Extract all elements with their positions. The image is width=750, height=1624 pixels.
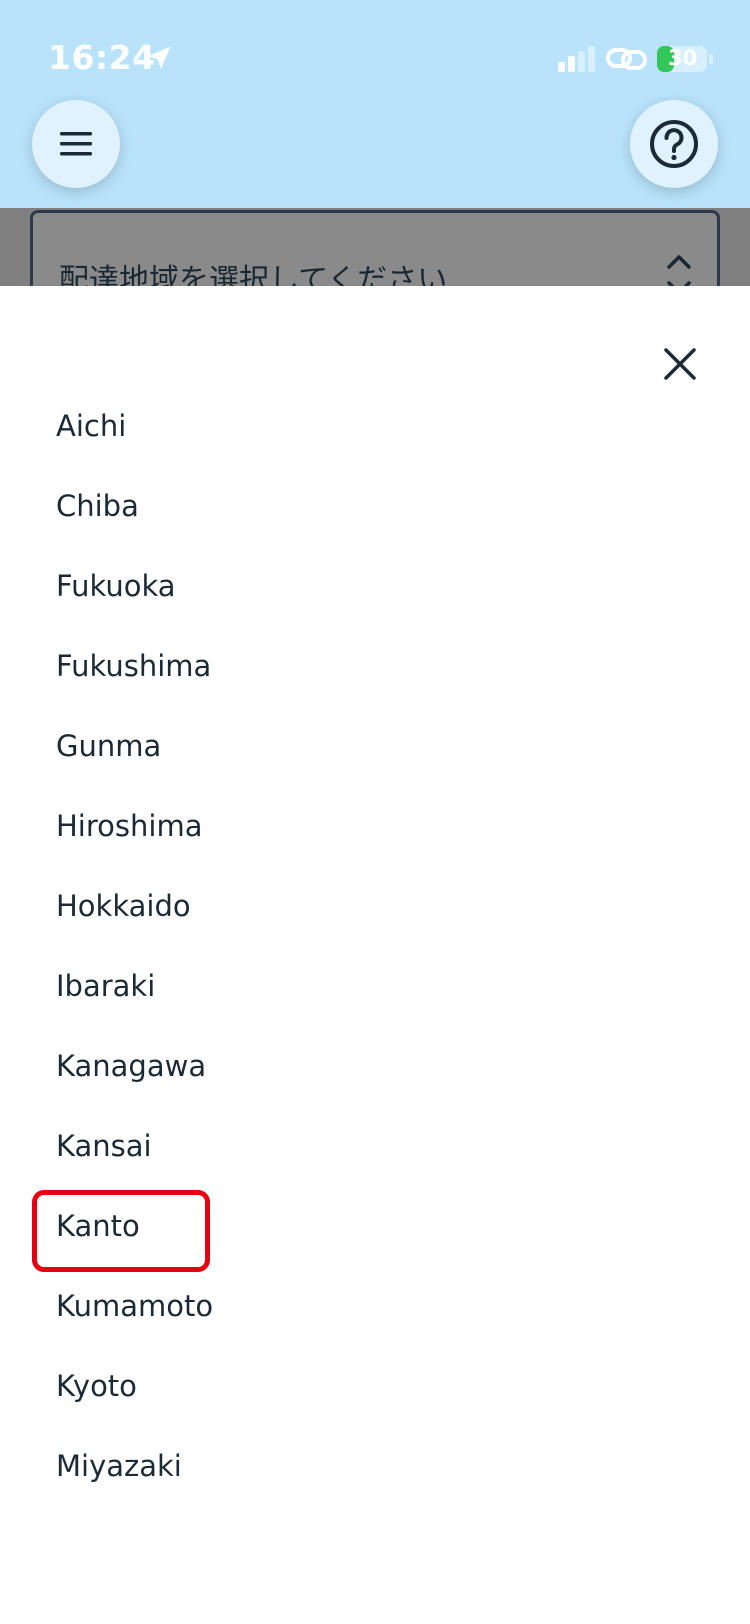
region-select[interactable]: 配達地域を選択してください <box>30 210 720 286</box>
status-bar: 16:24 30 <box>0 0 750 100</box>
region-option[interactable]: Kanagawa <box>0 1026 750 1106</box>
region-option[interactable]: Ibaraki <box>0 946 750 1026</box>
region-option-list: Aichi Chiba Fukuoka Fukushima Gunma Hiroshima… <box>0 386 750 1520</box>
background-overlay: 配達地域を選択してください <box>0 208 750 286</box>
personal-hotspot-icon <box>606 48 647 70</box>
menu-button[interactable] <box>32 100 120 188</box>
region-option[interactable]: Miyazaki <box>0 1426 750 1506</box>
help-button[interactable] <box>630 100 718 188</box>
region-option[interactable]: Hokkaido <box>0 866 750 946</box>
battery-level: 30 <box>668 46 698 70</box>
region-select-placeholder: 配達地域を選択してください <box>59 263 448 286</box>
region-option[interactable]: Kyoto <box>0 1346 750 1426</box>
region-picker-sheet: Aichi Chiba Fukuoka Fukushima Gunma Hiroshima… <box>0 286 750 1624</box>
region-option[interactable]: Chiba <box>0 466 750 546</box>
region-option[interactable]: Fukuoka <box>0 546 750 626</box>
region-option[interactable]: Kansai <box>0 1106 750 1186</box>
region-option[interactable]: Kumamoto <box>0 1266 750 1346</box>
app-header: 16:24 30 <box>0 0 750 208</box>
region-option[interactable]: Fukushima <box>0 626 750 706</box>
region-option[interactable]: Nagano <box>0 1506 750 1520</box>
location-arrow-icon <box>147 46 171 70</box>
hamburger-menu-icon <box>60 132 92 156</box>
up-down-chevron-icon <box>667 255 691 286</box>
status-time: 16:24 <box>48 38 156 77</box>
region-option[interactable]: Hiroshima <box>0 786 750 866</box>
region-option[interactable]: Kanto <box>0 1186 750 1272</box>
cellular-signal-icon <box>558 46 595 72</box>
region-option[interactable]: Gunma <box>0 706 750 786</box>
question-mark-icon <box>650 120 698 168</box>
region-option[interactable]: Aichi <box>0 386 750 466</box>
close-x-icon[interactable] <box>658 342 702 386</box>
